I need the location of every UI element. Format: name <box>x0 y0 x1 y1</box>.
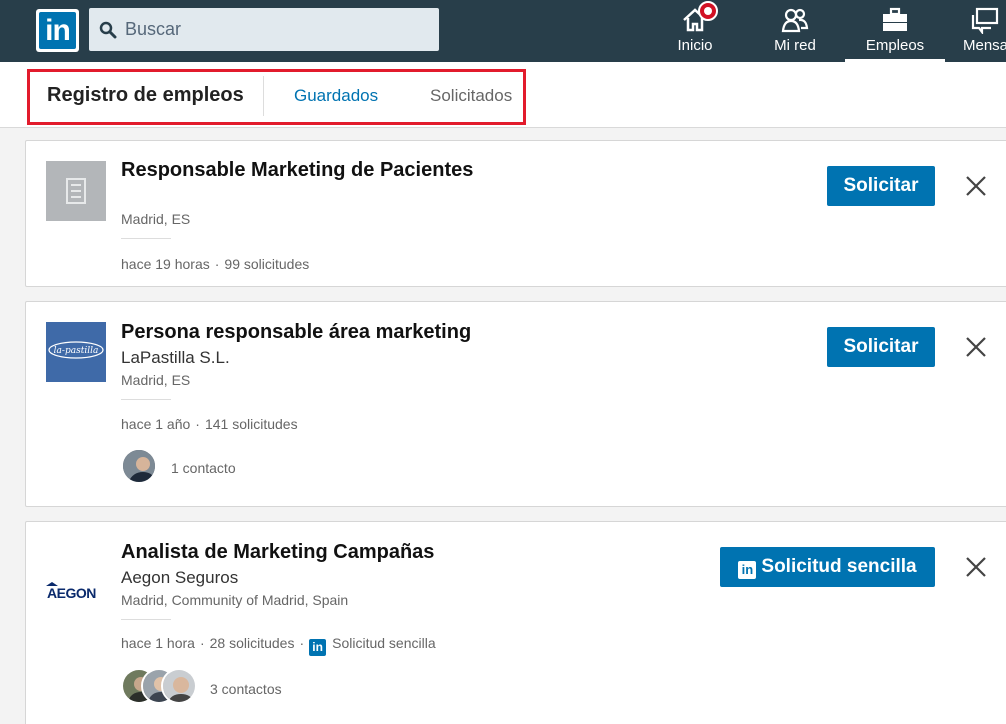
divider <box>121 238 171 239</box>
company-logo-lapastilla: la-pastilla <box>46 322 106 382</box>
close-icon[interactable] <box>963 554 989 580</box>
job-location: Madrid, ES <box>121 211 191 227</box>
job-title[interactable]: Analista de Marketing Campañas <box>121 541 434 564</box>
easy-apply-button[interactable]: in Solicitud sencilla <box>720 547 935 587</box>
applicant-count: 141 solicitudes <box>204 416 298 432</box>
top-navigation-bar: in Inicio Mi red Empleos <box>0 0 1006 62</box>
aegon-logo-mark: AEGON <box>46 582 97 601</box>
divider <box>121 399 171 400</box>
nav-item-mensajes[interactable]: Mensa <box>950 0 1006 62</box>
posted-time: hace 1 año <box>121 416 191 432</box>
applicant-count: 99 solicitudes <box>224 256 310 272</box>
posted-time: hace 1 hora <box>121 635 195 651</box>
lapastilla-logo-mark: la-pastilla <box>48 341 104 359</box>
applicant-count: 28 solicitudes <box>209 635 295 651</box>
search-icon <box>99 21 117 39</box>
linkedin-logo[interactable]: in <box>36 9 79 52</box>
job-title[interactable]: Persona responsable área marketing <box>121 321 471 344</box>
apply-button[interactable]: Solicitar <box>827 327 935 367</box>
nav-label: Mensa <box>963 37 1006 54</box>
close-icon[interactable] <box>963 173 989 199</box>
job-title[interactable]: Responsable Marketing de Pacientes <box>121 159 473 182</box>
divider <box>263 76 264 116</box>
linkedin-logo-text: in <box>39 12 76 49</box>
nav-label: Inicio <box>677 37 713 54</box>
tab-guardados[interactable]: Guardados <box>294 86 378 106</box>
apply-button[interactable]: Solicitar <box>827 166 935 206</box>
nav-label: Mi red <box>774 37 816 54</box>
company-name[interactable]: LaPastilla S.L. <box>121 348 230 368</box>
search-input[interactable] <box>125 8 425 51</box>
posted-time: hace 19 horas <box>121 256 210 272</box>
people-icon <box>781 8 809 33</box>
divider <box>121 619 171 620</box>
company-logo-placeholder <box>46 161 106 221</box>
linkedin-icon: in <box>738 560 757 579</box>
avatar[interactable] <box>121 448 157 484</box>
building-icon <box>66 178 86 204</box>
nav-item-empleos[interactable]: Empleos <box>845 0 945 62</box>
job-location: Madrid, Community of Madrid, Spain <box>121 592 349 608</box>
avatar[interactable] <box>161 668 197 704</box>
logo-text: la-pastilla <box>54 346 99 356</box>
nav-item-mi-red[interactable]: Mi red <box>745 0 845 62</box>
job-tracker-title: Registro de empleos <box>47 84 244 106</box>
job-location: Madrid, ES <box>121 372 191 388</box>
job-meta: hace 19 horas · 99 solicitudes <box>121 256 310 272</box>
job-card[interactable]: Responsable Marketing de Pacientes Madri… <box>25 140 1006 287</box>
search-box[interactable] <box>89 8 439 51</box>
contacts-count[interactable]: 3 contactos <box>210 681 282 697</box>
person-photo <box>163 670 195 702</box>
company-logo-aegon: AEGON <box>46 542 106 602</box>
job-meta: hace 1 hora · 28 solicitudes · in Solicitud s… <box>121 635 436 656</box>
briefcase-icon <box>883 7 907 31</box>
messaging-icon <box>971 7 999 34</box>
easy-apply-button-label: Solicitud sencilla <box>761 555 917 577</box>
person-photo <box>123 450 155 482</box>
contacts-count[interactable]: 1 contacto <box>171 460 236 476</box>
jobs-subnav: Registro de empleos Guardados Solicitado… <box>0 62 1006 128</box>
company-name[interactable]: Aegon Seguros <box>121 568 238 588</box>
highlight-box: Registro de empleos Guardados Solicitado… <box>27 69 526 125</box>
job-card[interactable]: la-pastilla Persona responsable área mar… <box>25 301 1006 507</box>
notification-badge <box>698 1 718 21</box>
job-card[interactable]: AEGON Analista de Marketing Campañas Aeg… <box>25 521 1006 724</box>
close-icon[interactable] <box>963 334 989 360</box>
job-meta: hace 1 año · 141 solicitudes <box>121 416 298 432</box>
nav-item-inicio[interactable]: Inicio <box>645 0 745 62</box>
linkedin-icon: in <box>309 639 327 656</box>
nav-label: Empleos <box>865 37 925 54</box>
easy-apply-label: Solicitud sencilla <box>332 635 436 651</box>
tab-solicitados[interactable]: Solicitados <box>430 86 512 106</box>
logo-text: AEGON <box>47 585 96 601</box>
